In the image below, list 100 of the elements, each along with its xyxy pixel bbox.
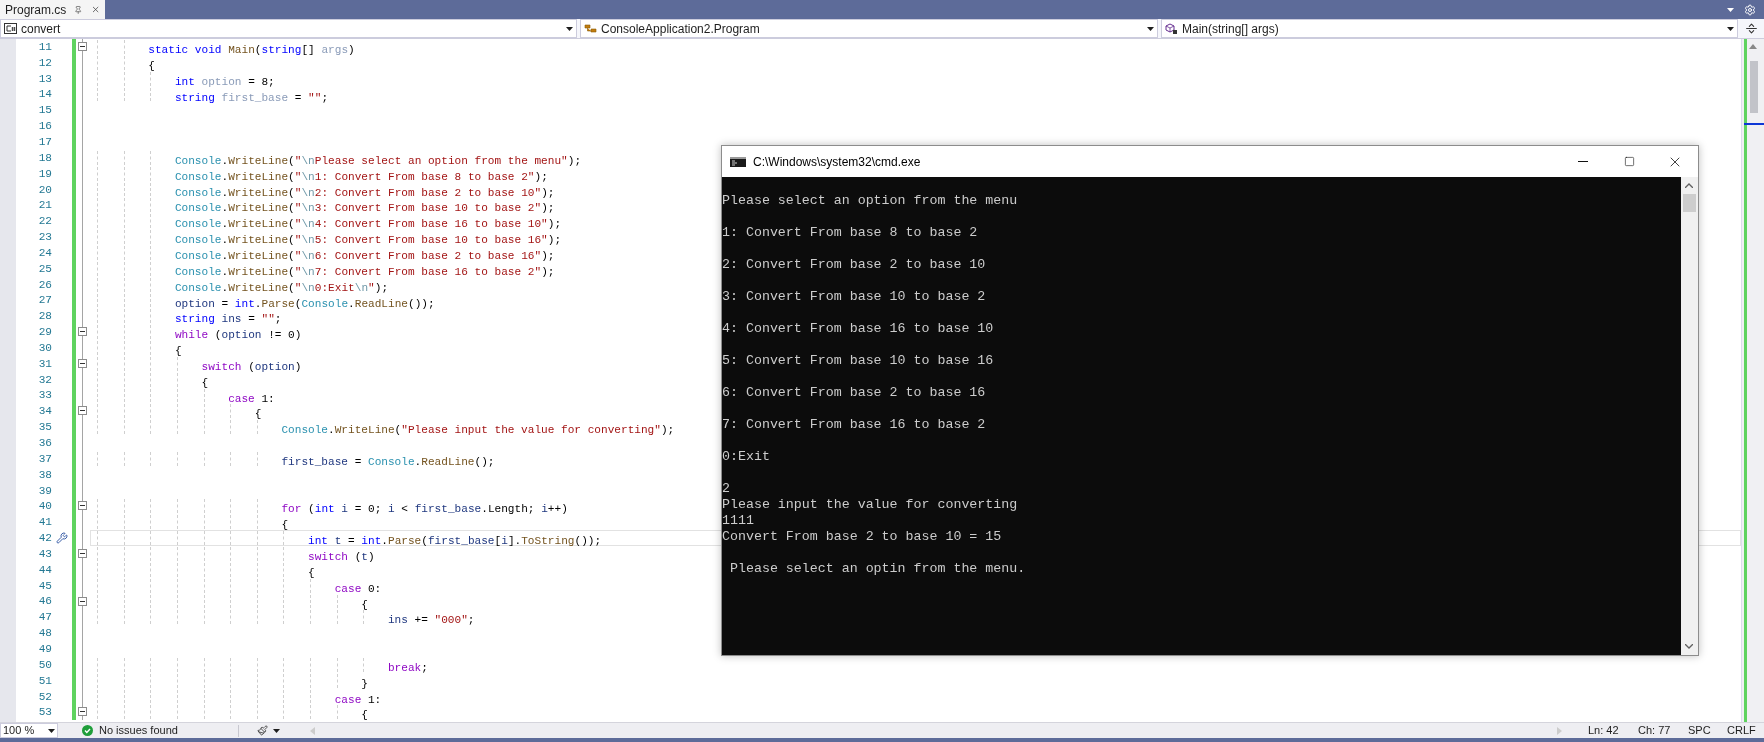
line-number: 43 xyxy=(38,546,52,561)
console-line: 3: Convert From base 10 to base 2 xyxy=(722,289,987,305)
line-number: 33 xyxy=(38,388,52,403)
collapse-icon[interactable] xyxy=(78,327,87,337)
close-icon[interactable] xyxy=(90,4,100,15)
code-line: while (option != 0) xyxy=(173,329,302,342)
scroll-up-icon[interactable] xyxy=(1749,44,1757,49)
issues-status[interactable]: No issues found xyxy=(99,722,178,739)
console-line: Please select an optin from the menu. xyxy=(728,561,1027,577)
brush-icon[interactable] xyxy=(256,725,268,736)
line-number: 52 xyxy=(38,689,52,704)
line-number: 46 xyxy=(38,594,52,609)
code-line: case 1: xyxy=(333,693,382,706)
scroll-down-icon[interactable] xyxy=(1685,644,1693,649)
code-line: Console.WriteLine("\n6: Convert From base 2 to base 16"); xyxy=(173,249,555,262)
collapse-icon[interactable] xyxy=(78,406,87,416)
class-icon xyxy=(584,22,597,35)
console-scrollbar[interactable] xyxy=(1681,177,1698,655)
scroll-thumb[interactable] xyxy=(1750,61,1758,113)
dropdown-caret-icon[interactable] xyxy=(48,728,55,733)
code-line: Console.WriteLine("\n3: Convert From base 10 to base 2"); xyxy=(173,202,555,215)
pin-icon[interactable] xyxy=(74,4,83,15)
dropdown-caret-icon[interactable] xyxy=(1727,26,1734,31)
code-line: { xyxy=(280,519,289,532)
line-number: 11 xyxy=(38,39,52,54)
line-number: 40 xyxy=(38,499,52,514)
line-number: 41 xyxy=(38,515,52,530)
console-line: 0:Exit xyxy=(722,449,771,465)
line-number: 36 xyxy=(38,436,52,450)
code-line: option = int.Parse(Console.ReadLine()); xyxy=(173,297,435,310)
code-line: Console.WriteLine("\n1: Convert From base 8 to base 2"); xyxy=(173,170,548,183)
line-number: 13 xyxy=(38,71,52,86)
code-line: Console.WriteLine("\n2: Convert From base 2 to base 10"); xyxy=(173,186,555,199)
line-indicator[interactable]: Ln: 42 xyxy=(1588,722,1638,739)
code-line: string first_base = ""; xyxy=(173,91,329,104)
line-ending-indicator[interactable]: CRLF xyxy=(1727,722,1764,739)
line-number: 21 xyxy=(38,198,52,213)
line-number: 22 xyxy=(38,214,52,229)
code-line: case 0: xyxy=(333,582,382,595)
code-line: case 1: xyxy=(227,392,275,405)
wrench-icon[interactable] xyxy=(56,532,68,545)
console-line: 1: Convert From base 8 to base 2 xyxy=(722,225,979,241)
line-number: 17 xyxy=(38,135,52,149)
code-line: for (int i = 0; i < first_base.Length; i++) xyxy=(280,503,568,516)
line-number: 28 xyxy=(38,309,52,324)
collapse-icon[interactable] xyxy=(78,358,87,368)
console-line: 6: Convert From base 2 to base 16 xyxy=(722,385,987,401)
line-number: 26 xyxy=(38,277,52,292)
zoom-dropdown[interactable]: 100 % xyxy=(0,723,58,738)
console-line: 7: Convert From base 16 to base 2 xyxy=(722,417,987,433)
tab-list-caret-icon[interactable] xyxy=(1727,7,1734,12)
line-number: 47 xyxy=(38,610,52,625)
line-number: 20 xyxy=(38,182,52,197)
line-number: 18 xyxy=(38,150,52,165)
line-number: 30 xyxy=(38,340,52,355)
code-line: { xyxy=(147,59,155,72)
code-line: Console.WriteLine("\n7: Convert From base 16 to base 2"); xyxy=(173,265,555,278)
line-number: 15 xyxy=(38,103,52,118)
console-line: 2 xyxy=(722,481,731,497)
minimize-icon xyxy=(1578,161,1588,162)
collapse-icon[interactable] xyxy=(78,707,87,717)
console-line: Please input the value for converting xyxy=(722,497,1019,513)
collapse-icon[interactable] xyxy=(78,596,87,606)
collapse-icon[interactable] xyxy=(78,501,87,511)
line-number: 48 xyxy=(38,626,52,641)
dropdown-caret-icon[interactable] xyxy=(1147,26,1154,31)
dropdown-caret-icon[interactable] xyxy=(272,728,280,733)
code-line: Console.WriteLine("\n4: Convert From base 16 to base 10"); xyxy=(173,218,562,231)
line-number: 51 xyxy=(38,673,52,688)
code-line: { xyxy=(173,345,182,358)
line-number: 29 xyxy=(38,325,52,340)
code-line: { xyxy=(200,376,209,389)
project-dropdown[interactable]: convert xyxy=(0,19,577,38)
member-dropdown[interactable]: Main(string[] args) xyxy=(1161,19,1738,38)
scroll-up-icon[interactable] xyxy=(1685,183,1693,188)
collapse-icon[interactable] xyxy=(78,42,87,51)
whitespace-indicator[interactable]: SPC xyxy=(1688,722,1727,739)
line-number: 23 xyxy=(38,230,52,245)
code-line: first_base = Console.ReadLine(); xyxy=(280,455,495,468)
code-line: switch (option) xyxy=(200,360,302,373)
dropdown-caret-icon[interactable] xyxy=(566,26,573,31)
split-icon[interactable] xyxy=(1744,22,1758,35)
vertical-scrollbar[interactable] xyxy=(1741,39,1764,722)
project-icon xyxy=(4,23,17,34)
check-icon xyxy=(82,725,93,736)
column-indicator[interactable]: Ch: 77 xyxy=(1638,722,1688,739)
code-line: switch (t) xyxy=(307,551,375,563)
console-line: Please select an option from the menu xyxy=(722,193,1019,209)
class-dropdown[interactable]: ConsoleApplication2.Program xyxy=(580,19,1158,38)
scroll-thumb[interactable] xyxy=(1683,194,1696,212)
settings-icon[interactable] xyxy=(1744,3,1756,16)
code-line: Console.WriteLine("\n5: Convert From base 10 to base 16"); xyxy=(173,234,562,247)
line-number: 31 xyxy=(38,356,52,371)
editor-tab[interactable]: Program.cs xyxy=(0,0,105,19)
maximize-icon xyxy=(1623,156,1635,167)
code-line: { xyxy=(253,408,262,421)
line-number: 19 xyxy=(38,166,52,181)
code-line: ins += "000"; xyxy=(386,614,475,627)
code-line: static void Main(string[] args) xyxy=(147,44,355,56)
collapse-icon[interactable] xyxy=(78,549,87,558)
